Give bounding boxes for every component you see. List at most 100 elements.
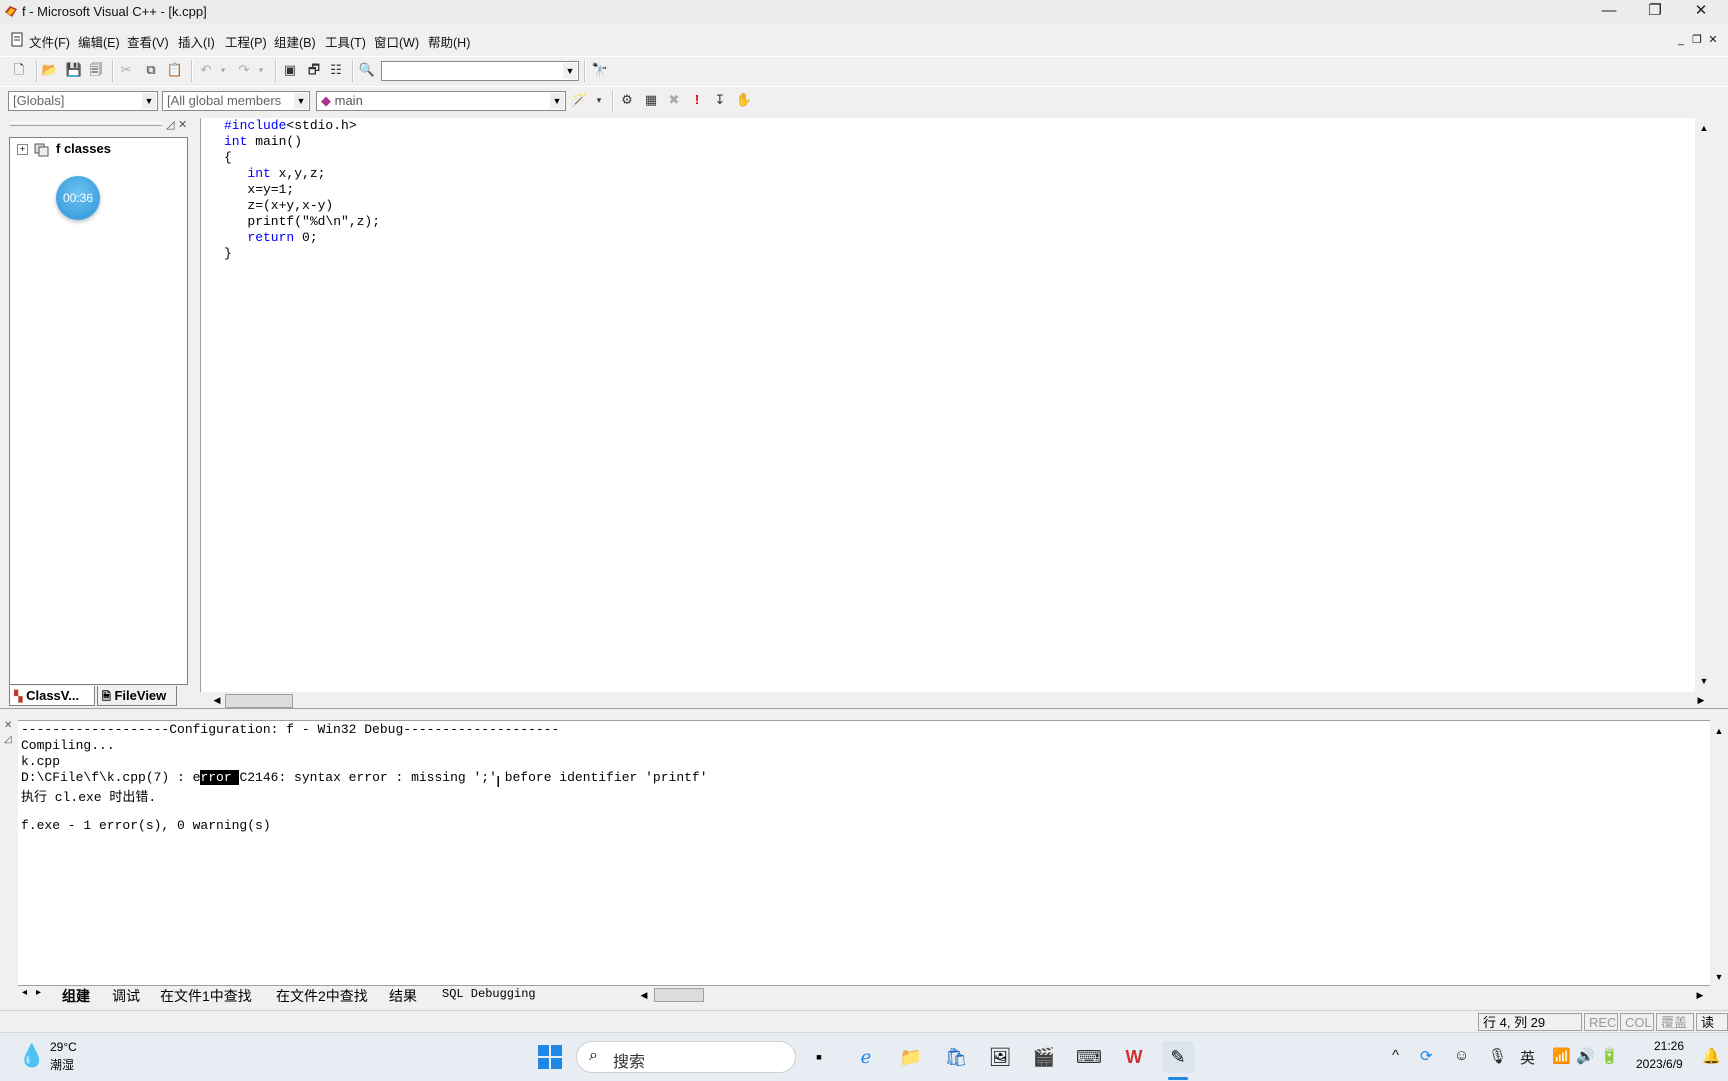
tree-root-label[interactable]: f classes [56, 141, 111, 156]
tree-expand-icon[interactable]: + [17, 144, 28, 155]
function-combo[interactable]: ◆ main ▼ [316, 91, 566, 111]
ime-indicator[interactable]: 英 [1520, 1047, 1535, 1068]
wizard-action-icon[interactable]: 🪄 [570, 90, 590, 110]
panel-dock-icon[interactable]: ◿ [166, 118, 174, 131]
mdi-minimize-button[interactable]: _ [1674, 33, 1688, 47]
paste-icon[interactable]: 📋 [165, 60, 185, 80]
save-icon[interactable]: 💾 [64, 60, 84, 80]
menu-build[interactable]: 组建(B) [274, 32, 316, 51]
scroll-left-icon[interactable]: ◀ [209, 692, 225, 708]
find-combo[interactable]: ▼ [381, 61, 579, 81]
edge-browser-icon[interactable]: ℯ [850, 1041, 882, 1073]
cut-icon[interactable]: ✂ [116, 60, 136, 80]
chevron-down-icon[interactable]: ▼ [563, 63, 577, 79]
task-view-icon[interactable]: ▪ [803, 1041, 835, 1073]
tab-next-icon[interactable]: ▸ [36, 987, 41, 998]
editor-horizontal-scrollbar[interactable]: ◀ ▶ [201, 692, 1713, 708]
tab-build[interactable]: 组建 [62, 986, 90, 1006]
scroll-up-icon[interactable]: ▲ [1696, 120, 1712, 136]
start-icon[interactable] [534, 1041, 566, 1073]
chevron-down-icon[interactable]: ▼ [294, 93, 308, 109]
wifi-icon[interactable]: 📶 [1552, 1047, 1571, 1065]
splitter-vertical[interactable] [190, 118, 200, 692]
menu-window[interactable]: 窗口(W) [374, 32, 419, 51]
find-binoculars-icon[interactable]: 🔭 [590, 60, 610, 80]
stop-build-icon[interactable]: ✖ [664, 90, 684, 110]
class-combo[interactable]: [Globals] ▼ [8, 91, 158, 111]
output-window-icon[interactable]: 🗗 [304, 60, 324, 80]
execute-icon[interactable]: ! [687, 90, 707, 110]
mdi-close-button[interactable]: ✕ [1706, 33, 1720, 47]
code-editor[interactable]: #include<stdio.h> int main() { int x,y,z… [200, 118, 1713, 708]
chevron-up-icon[interactable]: ^ [1392, 1047, 1399, 1064]
search-box[interactable]: ⌕ 搜索 [576, 1041, 796, 1073]
scroll-thumb[interactable] [225, 694, 293, 708]
clock-time[interactable]: 21:26 [1654, 1039, 1684, 1053]
tab-find-in-files-1[interactable]: 在文件1中查找 [160, 986, 252, 1006]
redo-dropdown-icon[interactable]: ▾ [251, 60, 271, 80]
menu-edit[interactable]: 编辑(E) [78, 32, 120, 51]
restore-button[interactable]: ❐ [1632, 0, 1678, 24]
chevron-down-icon[interactable]: ▼ [142, 93, 156, 109]
weather-icon[interactable]: 💧 [18, 1043, 45, 1069]
tab-debug[interactable]: 调试 [112, 986, 140, 1006]
tab-results[interactable]: 结果 [389, 986, 417, 1006]
scroll-down-icon[interactable]: ▼ [1696, 673, 1712, 689]
output-dock-icon[interactable]: ◿ [4, 734, 12, 745]
tab-find-in-files-2[interactable]: 在文件2中查找 [276, 986, 368, 1006]
members-combo[interactable]: [All global members ▼ [162, 91, 310, 111]
weather-temp[interactable]: 29°C [50, 1040, 77, 1054]
breakpoint-hand-icon[interactable]: ✋ [734, 90, 754, 110]
media-app-icon[interactable]: 🎬 [1028, 1041, 1060, 1073]
save-all-icon[interactable]: 🗐 [86, 60, 106, 80]
tab-fileview[interactable]: 🗎 FileView [97, 686, 177, 706]
find-in-files-icon[interactable]: 🔍 [357, 60, 377, 80]
scroll-right-icon[interactable]: ▶ [1692, 987, 1708, 1003]
wps-office-icon[interactable]: W [1118, 1041, 1150, 1073]
menu-insert[interactable]: 插入(I) [178, 32, 215, 51]
microphone-icon[interactable]: 🎙 [1488, 1047, 1507, 1065]
menu-tools[interactable]: 工具(T) [325, 32, 366, 51]
battery-icon[interactable]: 🔋 [1600, 1047, 1619, 1065]
minimize-button[interactable]: — [1586, 0, 1632, 24]
workspace-window-icon[interactable]: ▣ [280, 60, 300, 80]
panel-close-icon[interactable]: ✕ [178, 118, 187, 131]
scroll-thumb[interactable] [654, 988, 704, 1002]
mdi-restore-button[interactable]: ❐ [1690, 33, 1704, 47]
output-vertical-scrollbar[interactable]: ▲ ▼ [1710, 721, 1728, 987]
tab-sql-debugging[interactable]: SQL Debugging [442, 987, 536, 1001]
undo-dropdown-icon[interactable]: ▾ [213, 60, 233, 80]
clock-date[interactable]: 2023/6/9 [1636, 1057, 1683, 1071]
weather-desc[interactable]: 潮湿 [50, 1056, 74, 1073]
close-button[interactable]: ✕ [1678, 0, 1724, 24]
go-icon[interactable]: ↧ [710, 90, 730, 110]
open-folder-icon[interactable]: 📂 [40, 60, 60, 80]
editor-vertical-scrollbar[interactable]: ▲ ▼ [1695, 118, 1713, 692]
window-list-icon[interactable]: ☷ [326, 60, 346, 80]
scroll-right-icon[interactable]: ▶ [1693, 692, 1709, 708]
notification-icon[interactable]: 🔔 [1702, 1047, 1721, 1065]
file-explorer-icon[interactable]: 📁 [895, 1041, 927, 1073]
tab-classview[interactable]: ▚ ClassV... [9, 686, 95, 706]
new-file-icon[interactable]: 🗋 [9, 60, 29, 80]
menu-file[interactable]: 文件(F) [29, 32, 70, 51]
output-error-line[interactable]: D:\CFile\f\k.cpp(7) : error C2146: synta… [21, 770, 708, 785]
menu-project[interactable]: 工程(P) [225, 32, 267, 51]
output-window[interactable]: -------------------Configuration: f - Wi… [18, 720, 1728, 987]
qq-icon[interactable]: ☺ [1454, 1047, 1469, 1064]
wizard-dropdown-icon[interactable]: ▾ [589, 90, 609, 110]
store-icon[interactable]: 🛍 [940, 1041, 972, 1073]
menu-help[interactable]: 帮助(H) [428, 32, 470, 51]
output-close-icon[interactable]: ✕ [4, 720, 12, 731]
visual-cpp-icon[interactable]: ✎ [1162, 1041, 1194, 1073]
scroll-up-icon[interactable]: ▲ [1711, 723, 1727, 739]
chevron-down-icon[interactable]: ▼ [550, 93, 564, 109]
scroll-left-icon[interactable]: ◀ [636, 987, 652, 1003]
tray-app-icon[interactable]: ⟳ [1420, 1047, 1433, 1065]
build-icon[interactable]: ▦ [641, 90, 661, 110]
scroll-down-icon[interactable]: ▼ [1711, 969, 1727, 985]
panel-grip[interactable] [10, 122, 162, 126]
tab-prev-icon[interactable]: ◂ [22, 987, 27, 998]
volume-icon[interactable]: 🔊 [1576, 1047, 1595, 1065]
timer-badge[interactable]: 00:36 [56, 176, 100, 220]
